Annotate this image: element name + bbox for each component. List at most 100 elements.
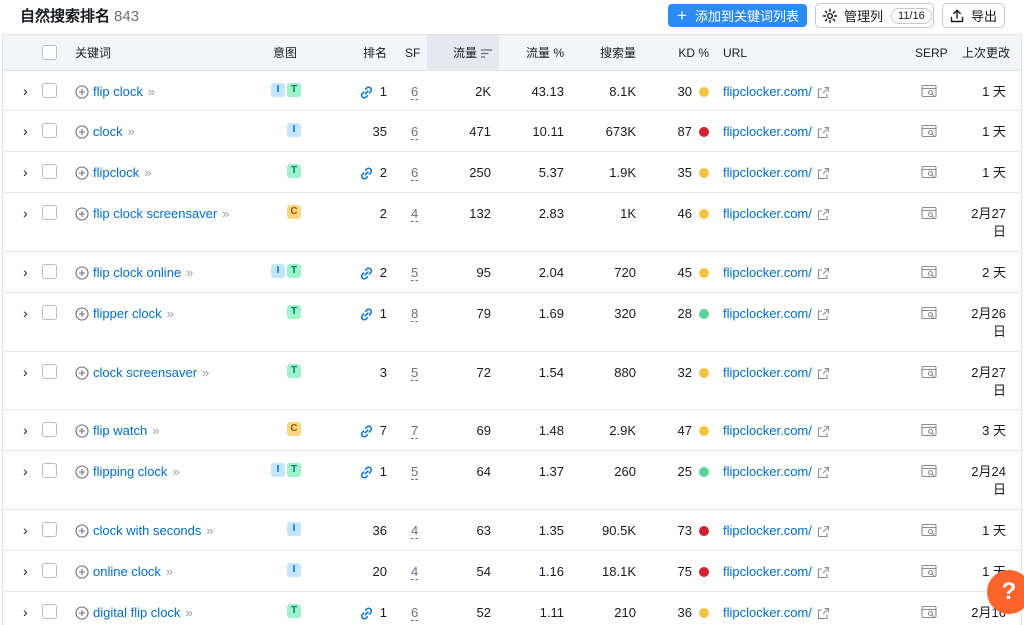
serp-features-count[interactable]: 7 xyxy=(411,422,419,440)
plus-circle-icon[interactable] xyxy=(75,207,89,221)
keyword-link[interactable]: flip watch » xyxy=(75,422,160,440)
serp-features-count[interactable]: 5 xyxy=(411,463,419,481)
url-link[interactable]: flipclocker.com/ xyxy=(723,264,830,282)
plus-circle-icon[interactable] xyxy=(75,307,89,321)
chevron-right-icon[interactable]: › xyxy=(23,463,37,479)
chevron-double-right-icon[interactable]: » xyxy=(222,205,229,223)
plus-circle-icon[interactable] xyxy=(75,465,89,479)
chevron-double-right-icon[interactable]: » xyxy=(186,264,193,282)
url-link[interactable]: flipclocker.com/ xyxy=(723,83,830,101)
plus-circle-icon[interactable] xyxy=(75,606,89,620)
col-kd[interactable]: KD % xyxy=(663,35,709,71)
external-link-icon[interactable] xyxy=(817,208,830,221)
col-updated[interactable]: 上次更改 xyxy=(962,35,1010,71)
serp-features-count[interactable]: 6 xyxy=(411,123,419,141)
serp-preview-button[interactable] xyxy=(921,423,937,442)
serp-preview-button[interactable] xyxy=(921,165,937,184)
add-to-keyword-list-button[interactable]: + 添加到关键词列表 xyxy=(668,4,807,27)
chevron-right-icon[interactable]: › xyxy=(23,364,37,380)
col-sf[interactable]: SF xyxy=(405,35,420,71)
serp-preview-button[interactable] xyxy=(921,306,937,325)
keyword-link[interactable]: online clock » xyxy=(75,563,173,581)
serp-features-count[interactable]: 4 xyxy=(411,522,419,540)
row-checkbox[interactable] xyxy=(42,522,57,537)
col-keyword[interactable]: 关键词 xyxy=(75,35,111,71)
chevron-right-icon[interactable]: › xyxy=(23,305,37,321)
row-checkbox[interactable] xyxy=(42,305,57,320)
serp-features-count[interactable]: 5 xyxy=(411,264,419,282)
keyword-link[interactable]: flip clock online » xyxy=(75,264,193,282)
chevron-double-right-icon[interactable]: » xyxy=(167,305,174,323)
serp-preview-button[interactable] xyxy=(921,365,937,384)
chevron-right-icon[interactable]: › xyxy=(23,604,37,620)
url-link[interactable]: flipclocker.com/ xyxy=(723,422,830,440)
chevron-double-right-icon[interactable]: » xyxy=(128,123,135,141)
serp-features-count[interactable]: 8 xyxy=(411,305,419,323)
url-link[interactable]: flipclocker.com/ xyxy=(723,522,830,540)
keyword-link[interactable]: digital flip clock » xyxy=(75,604,193,622)
serp-preview-button[interactable] xyxy=(921,464,937,483)
keyword-link[interactable]: flipper clock » xyxy=(75,305,174,323)
chevron-double-right-icon[interactable]: » xyxy=(172,463,179,481)
external-link-icon[interactable] xyxy=(817,167,830,180)
keyword-link[interactable]: clock with seconds » xyxy=(75,522,214,540)
col-intent[interactable]: 意图 xyxy=(273,35,297,71)
serp-preview-button[interactable] xyxy=(921,84,937,103)
external-link-icon[interactable] xyxy=(817,607,830,620)
serp-features-count[interactable]: 6 xyxy=(411,604,419,622)
external-link-icon[interactable] xyxy=(817,566,830,579)
chevron-right-icon[interactable]: › xyxy=(23,264,37,280)
keyword-link[interactable]: flipping clock » xyxy=(75,463,180,481)
serp-features-count[interactable]: 6 xyxy=(411,83,419,101)
external-link-icon[interactable] xyxy=(817,466,830,479)
plus-circle-icon[interactable] xyxy=(75,166,89,180)
plus-circle-icon[interactable] xyxy=(75,366,89,380)
serp-features-count[interactable]: 5 xyxy=(411,364,419,382)
chevron-right-icon[interactable]: › xyxy=(23,205,37,221)
url-link[interactable]: flipclocker.com/ xyxy=(723,305,830,323)
manage-columns-button[interactable]: 管理列 11/16 xyxy=(815,3,934,28)
serp-preview-button[interactable] xyxy=(921,124,937,143)
serp-preview-button[interactable] xyxy=(921,523,937,542)
serp-preview-button[interactable] xyxy=(921,564,937,583)
serp-preview-button[interactable] xyxy=(921,206,937,225)
chevron-right-icon[interactable]: › xyxy=(23,522,37,538)
serp-features-count[interactable]: 4 xyxy=(411,205,419,223)
chevron-double-right-icon[interactable]: » xyxy=(166,563,173,581)
external-link-icon[interactable] xyxy=(817,425,830,438)
chevron-double-right-icon[interactable]: » xyxy=(144,164,151,182)
chevron-right-icon[interactable]: › xyxy=(23,164,37,180)
chevron-right-icon[interactable]: › xyxy=(23,83,37,99)
row-checkbox[interactable] xyxy=(42,463,57,478)
row-checkbox[interactable] xyxy=(42,205,57,220)
external-link-icon[interactable] xyxy=(817,308,830,321)
url-link[interactable]: flipclocker.com/ xyxy=(723,364,830,382)
col-volume[interactable]: 搜索量 xyxy=(573,35,636,71)
plus-circle-icon[interactable] xyxy=(75,85,89,99)
url-link[interactable]: flipclocker.com/ xyxy=(723,563,830,581)
col-traffic[interactable]: 流量 xyxy=(427,35,499,71)
serp-features-count[interactable]: 4 xyxy=(411,563,419,581)
select-all-checkbox[interactable] xyxy=(42,45,57,60)
url-link[interactable]: flipclocker.com/ xyxy=(723,463,830,481)
row-checkbox[interactable] xyxy=(42,264,57,279)
external-link-icon[interactable] xyxy=(817,525,830,538)
url-link[interactable]: flipclocker.com/ xyxy=(723,205,830,223)
col-rank[interactable]: 排名 xyxy=(349,35,387,71)
url-link[interactable]: flipclocker.com/ xyxy=(723,123,830,141)
keyword-link[interactable]: clock » xyxy=(75,123,135,141)
external-link-icon[interactable] xyxy=(817,367,830,380)
plus-circle-icon[interactable] xyxy=(75,565,89,579)
external-link-icon[interactable] xyxy=(817,86,830,99)
help-button[interactable]: ? xyxy=(987,570,1024,614)
row-checkbox[interactable] xyxy=(42,123,57,138)
row-checkbox[interactable] xyxy=(42,364,57,379)
url-link[interactable]: flipclocker.com/ xyxy=(723,604,830,622)
plus-circle-icon[interactable] xyxy=(75,266,89,280)
col-serp[interactable]: SERP xyxy=(915,35,948,71)
chevron-double-right-icon[interactable]: » xyxy=(206,522,213,540)
export-button[interactable]: 导出 xyxy=(942,3,1005,28)
row-checkbox[interactable] xyxy=(42,164,57,179)
row-checkbox[interactable] xyxy=(42,83,57,98)
chevron-double-right-icon[interactable]: » xyxy=(185,604,192,622)
